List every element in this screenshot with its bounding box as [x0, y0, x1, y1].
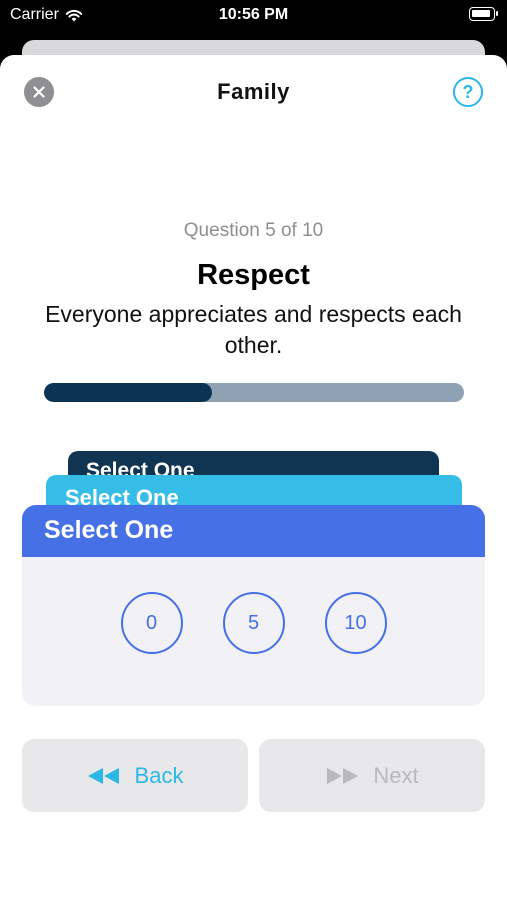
page-title: Family	[217, 79, 290, 104]
back-button-label: Back	[134, 762, 184, 788]
help-icon: ?	[462, 81, 474, 102]
question-title: Respect	[197, 259, 310, 291]
option-button-10[interactable]: 10	[324, 592, 387, 654]
question-description: Everyone appreciates and respects each o…	[45, 301, 462, 358]
progress-fill	[44, 383, 212, 402]
fast-forward-icon	[327, 767, 359, 784]
question-sheet: Family ? Question 5 of 10 Respect Everyo…	[0, 55, 507, 900]
answer-options: 0 5 10	[22, 592, 485, 654]
rewind-icon	[87, 767, 119, 784]
status-time: 10:56 PM	[218, 6, 289, 23]
back-button[interactable]: Back	[22, 739, 248, 812]
answer-card-title: Select One	[44, 516, 174, 544]
battery-icon	[469, 7, 498, 21]
option-button-5[interactable]: 5	[222, 592, 285, 654]
next-button-label: Next	[373, 762, 419, 788]
question-counter: Question 5 of 10	[183, 220, 324, 241]
option-button-0[interactable]: 0	[120, 592, 183, 654]
next-button[interactable]: Next	[259, 739, 485, 812]
answer-card-header: Select One	[22, 505, 485, 557]
help-button[interactable]: ?	[453, 77, 483, 107]
status-bar: Carrier 10:56 PM	[0, 0, 507, 36]
progress-bar	[44, 383, 464, 402]
answer-card: Select One 0 5 10	[22, 505, 485, 706]
